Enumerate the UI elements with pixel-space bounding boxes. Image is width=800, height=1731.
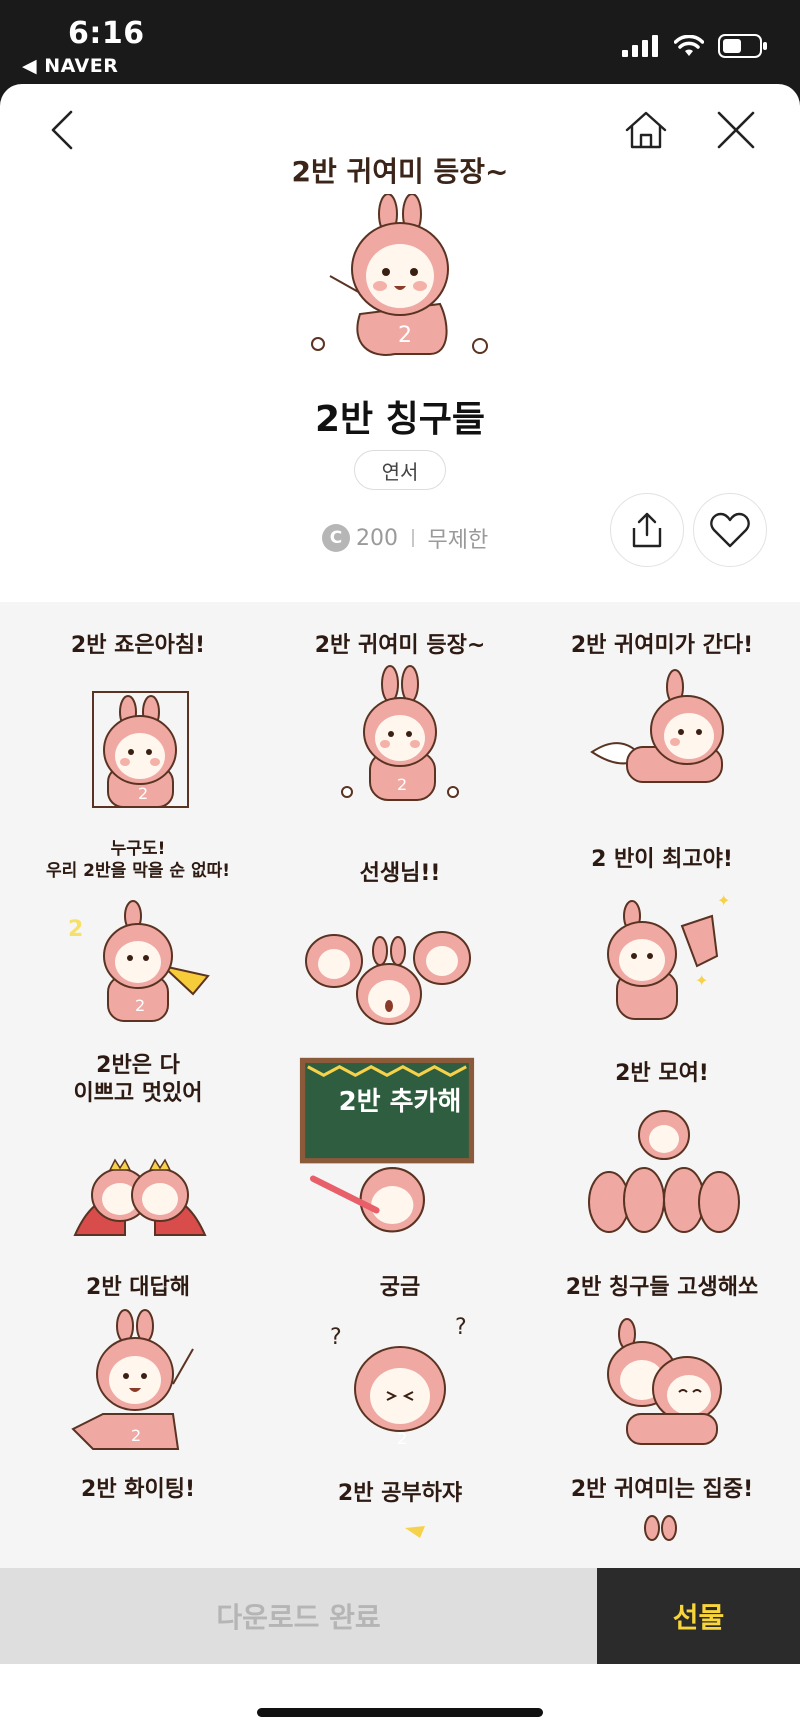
sticker-detail-sheet: 2반 귀여미 등장~ 2 2반 칭구들 연서 C 200 무제한 2반 죠은아침… [0, 84, 800, 1731]
svg-text:2: 2 [397, 775, 407, 794]
sticker-image: 2 [92, 691, 189, 808]
sticker-label: 2반 추카해 [338, 1087, 462, 1117]
svg-text:✦: ✦ [717, 891, 730, 910]
sticker-image: 2 2 [68, 900, 210, 1022]
sticker-label: 2반 대답해 [86, 1275, 190, 1300]
share-icon [632, 512, 662, 548]
sticker-image: ✦ ✦ [607, 891, 730, 1020]
sticker-image: 2 [71, 1309, 194, 1450]
sticker-label: 2 반이 최고야! [591, 847, 733, 872]
hero-sticker-caption: 2반 귀여미 등장~ [291, 155, 509, 188]
svg-text:?: ? [330, 1325, 342, 1350]
sticker-item[interactable]: 2 반이 최고야! ✦ ✦ [529, 816, 795, 1030]
sticker-image [607, 1318, 722, 1445]
bottom-action-bar: 다운로드 완료 선물 [0, 1568, 800, 1664]
home-indicator-area [0, 1664, 800, 1731]
heart-icon [710, 512, 750, 548]
sticker-item[interactable]: 2반 죠은아침! 2 [5, 602, 271, 816]
sticker-item[interactable]: 2반 칭구들 고생해쏘 [529, 1244, 795, 1458]
sticker-image: ? ? 2 [330, 1315, 467, 1448]
close-icon [717, 111, 755, 149]
svg-text:2: 2 [138, 784, 148, 803]
sticker-label: 2반 화이팅! [81, 1477, 195, 1502]
sticker-label: 2반 귀여미가 간다! [570, 633, 754, 658]
sticker-image: 2 [341, 665, 459, 801]
sticker-image [73, 1158, 207, 1236]
sticker-label: 2반 칭구들 고생해쏘 [565, 1275, 759, 1300]
price-row: C 200 무제한 [322, 522, 488, 554]
gift-button[interactable]: 선물 [597, 1568, 800, 1664]
sticker-item[interactable]: 2반 귀여미 등장~ 2 [267, 602, 533, 816]
svg-text:?: ? [455, 1315, 467, 1340]
sticker-label: 2반 귀여미 등장~ [314, 633, 486, 658]
wifi-icon [674, 35, 704, 56]
hero-bunny-illustration: 2 [311, 194, 488, 356]
sticker-item[interactable]: 2반 추카해 [267, 1030, 533, 1244]
status-time: 6:16 [68, 16, 145, 51]
sticker-item[interactable]: 누구도! 우리 2반을 막을 순 없따! 2 2 [5, 816, 271, 1030]
chevron-left-icon [51, 110, 73, 150]
sticker-label: 2반 모여! [615, 1061, 709, 1086]
svg-text:2: 2 [131, 1426, 141, 1445]
sticker-item[interactable]: 2반 귀여미가 간다! [529, 602, 795, 816]
sticker-grid: 2반 죠은아침! 2 2반 귀여미 등장~ 2 2반 귀여미가 간다! 누구도!… [0, 602, 800, 1602]
status-bar: 6:16 ◀ NAVER [0, 0, 800, 86]
coin-icon: C [322, 524, 350, 552]
svg-text:2: 2 [397, 1429, 407, 1448]
sticker-item[interactable]: 2반은 다 이쁘고 멋있어 [5, 1030, 271, 1244]
price-amount: 200 [356, 525, 398, 551]
svg-text:✦: ✦ [695, 971, 708, 990]
author-chip[interactable]: 연서 [354, 450, 446, 490]
home-indicator[interactable] [257, 1708, 543, 1717]
battery-icon [718, 34, 767, 58]
sticker-item[interactable]: 궁금 ? ? 2 [267, 1244, 533, 1458]
sticker-item[interactable]: 2반 대답해 2 [5, 1244, 271, 1458]
svg-text:2: 2 [135, 996, 145, 1015]
signal-icon [622, 35, 658, 57]
back-to-app-link[interactable]: ◀ NAVER [22, 55, 118, 77]
share-button[interactable] [610, 493, 684, 567]
sticker-item[interactable]: 2반 모여! [529, 1030, 795, 1244]
home-icon [625, 111, 667, 149]
sticker-set-title: 2반 칭구들 [314, 399, 486, 440]
like-button[interactable] [693, 493, 767, 567]
sticker-image [590, 669, 724, 783]
svg-text:2: 2 [398, 323, 412, 348]
sticker-label: 2반 죠은아침! [70, 633, 206, 658]
price-divider [412, 529, 414, 547]
sticker-image [588, 1110, 740, 1233]
sticker-image [305, 931, 471, 1025]
status-icons [622, 34, 768, 58]
sticker-image [299, 1057, 475, 1233]
price-duration: 무제한 [427, 528, 489, 553]
sticker-label: 궁금 [379, 1275, 421, 1300]
download-complete-button: 다운로드 완료 [0, 1568, 597, 1664]
sticker-item[interactable]: 선생님!! [267, 816, 533, 1030]
svg-text:2: 2 [68, 917, 83, 942]
